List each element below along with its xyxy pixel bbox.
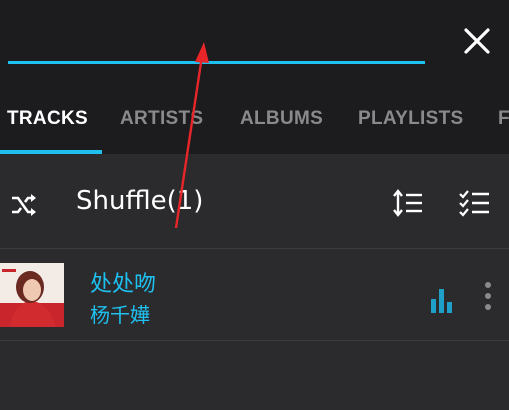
track-title: 处处吻 xyxy=(90,272,157,297)
shuffle-icon xyxy=(12,194,36,216)
equalizer-icon xyxy=(431,289,452,313)
shuffle-label: Shuffle(1) xyxy=(76,186,204,216)
tab-playlists[interactable]: PLAYLISTS xyxy=(358,84,463,154)
select-button[interactable] xyxy=(458,187,490,219)
tab-folders[interactable]: F xyxy=(498,84,509,154)
tab-albums[interactable]: ALBUMS xyxy=(240,84,323,154)
album-art xyxy=(0,263,64,327)
shuffle-button[interactable] xyxy=(9,190,39,220)
tab-tracks[interactable]: TRACKS xyxy=(7,84,88,154)
now-playing-indicator xyxy=(430,287,454,313)
checklist-icon xyxy=(459,190,489,217)
close-icon xyxy=(464,28,490,54)
more-vertical-icon xyxy=(485,282,491,310)
album-cover-image xyxy=(0,263,64,327)
sort-icon xyxy=(393,189,422,217)
sort-button[interactable] xyxy=(392,187,424,219)
search-bar xyxy=(0,0,509,84)
close-button[interactable] xyxy=(460,24,494,58)
track-artist: 杨千嬅 xyxy=(90,303,150,327)
tab-bar: TRACKS ARTISTS ALBUMS PLAYLISTS F xyxy=(0,84,509,154)
tab-artists[interactable]: ARTISTS xyxy=(120,84,203,154)
search-input[interactable] xyxy=(8,20,425,64)
track-more-button[interactable] xyxy=(478,280,498,312)
